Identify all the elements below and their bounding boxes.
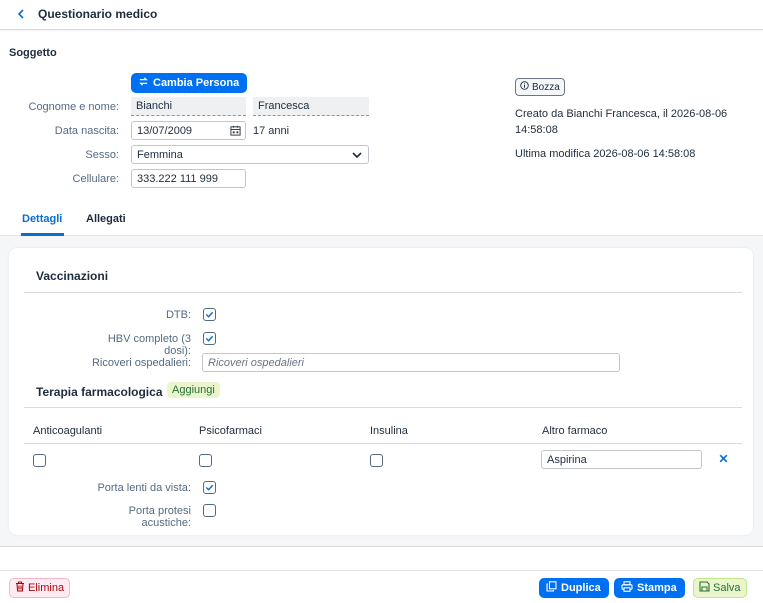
column-header-anticoagulanti: Anticoagulanti [33, 425, 103, 437]
birth-date-value: 13/07/2009 [137, 125, 193, 137]
column-header-altro-farmaco: Altro farmaco [542, 425, 608, 437]
save-button[interactable]: Salva [693, 578, 747, 598]
add-therapy-button[interactable]: Aggiungi [167, 382, 220, 398]
birth-date-label: Data nascita: [54, 125, 119, 137]
lenses-label: Porta lenti da vista: [97, 482, 191, 494]
created-info: Creato da Bianchi Francesca, il 2026-08-… [515, 106, 727, 138]
check-icon [205, 484, 214, 491]
vaccinations-title: Vaccinazioni [36, 269, 109, 283]
chevron-down-icon [352, 150, 362, 163]
phone-field[interactable]: 333.222 111 999 [131, 169, 246, 188]
hearing-label: Porta protesi acustiche: [128, 505, 191, 529]
column-header-insulina: Insulina [370, 425, 408, 437]
print-button[interactable]: Stampa [614, 578, 685, 598]
status-badge-label: Bozza [532, 81, 560, 93]
delete-label: Elimina [28, 582, 65, 594]
tab-dettagli[interactable]: Dettagli [22, 213, 62, 225]
dtb-checkbox[interactable] [203, 308, 216, 321]
trash-icon [15, 581, 25, 595]
sex-label: Sesso: [85, 149, 119, 161]
check-icon [205, 311, 214, 318]
hospital-placeholder: Ricoveri ospedalieri [208, 357, 304, 369]
insulina-checkbox[interactable] [370, 454, 383, 467]
created-line-1: Creato da Bianchi Francesca, il 2026-08-… [515, 108, 728, 120]
change-person-button[interactable]: Cambia Persona [131, 73, 248, 93]
name-label: Cognome e nome: [28, 101, 120, 113]
therapy-title: Terapia farmacologica [36, 385, 163, 399]
footer-toolbar: Elimina Duplica Stampa Salva [0, 570, 763, 603]
tab-bar: Dettagli Allegati [0, 205, 763, 236]
calendar-icon[interactable] [230, 125, 241, 139]
subject-section-label: Soggetto [9, 47, 57, 59]
swap-person-icon [138, 76, 149, 90]
page-header: Questionario medico [0, 0, 763, 30]
divider [24, 292, 742, 293]
page-title: Questionario medico [38, 7, 158, 21]
save-icon [699, 581, 710, 595]
lenses-checkbox[interactable] [203, 481, 216, 494]
sex-select[interactable]: Femmina [131, 145, 369, 164]
change-person-label: Cambia Persona [153, 77, 240, 89]
hearing-checkbox[interactable] [203, 504, 216, 517]
hbv-label: HBV completo (3 dosi): [107, 333, 191, 357]
firstname-field: Francesca [253, 97, 369, 116]
status-badge: Bozza [515, 78, 565, 96]
column-header-psicofarmaci: Psicofarmaci [199, 425, 262, 437]
duplicate-label: Duplica [561, 582, 601, 594]
copy-icon [546, 581, 557, 595]
remove-row-icon[interactable] [718, 451, 729, 467]
hospital-label: Ricoveri ospedalieri: [91, 357, 191, 369]
check-icon [205, 335, 214, 342]
hbv-checkbox[interactable] [203, 332, 216, 345]
details-card: Vaccinazioni DTB: HBV completo (3 dosi):… [9, 248, 753, 535]
psicofarmaci-checkbox[interactable] [199, 454, 212, 467]
anticoagulanti-checkbox[interactable] [33, 454, 46, 467]
birth-date-field[interactable]: 13/07/2009 [131, 121, 246, 140]
divider [24, 407, 742, 408]
created-line-2: 14:58:08 [515, 124, 558, 136]
sex-value: Femmina [137, 149, 183, 161]
hospital-input[interactable]: Ricoveri ospedalieri [202, 353, 620, 372]
tab-allegati[interactable]: Allegati [86, 213, 126, 225]
table-header-divider [24, 443, 742, 444]
printer-icon [621, 581, 633, 595]
delete-button[interactable]: Elimina [9, 578, 71, 598]
back-arrow-icon[interactable] [14, 7, 28, 21]
info-icon [520, 81, 529, 93]
duplicate-button[interactable]: Duplica [539, 578, 609, 598]
age-text: 17 anni [253, 125, 290, 137]
altro-farmaco-input[interactable]: Aspirina [541, 450, 702, 469]
dtb-label: DTB: [165, 309, 191, 321]
save-label: Salva [713, 582, 741, 594]
modified-info: Ultima modifica 2026-08-06 14:58:08 [515, 148, 696, 160]
print-label: Stampa [637, 582, 677, 594]
surname-field: Bianchi [131, 97, 246, 116]
phone-label: Cellulare: [72, 173, 119, 185]
